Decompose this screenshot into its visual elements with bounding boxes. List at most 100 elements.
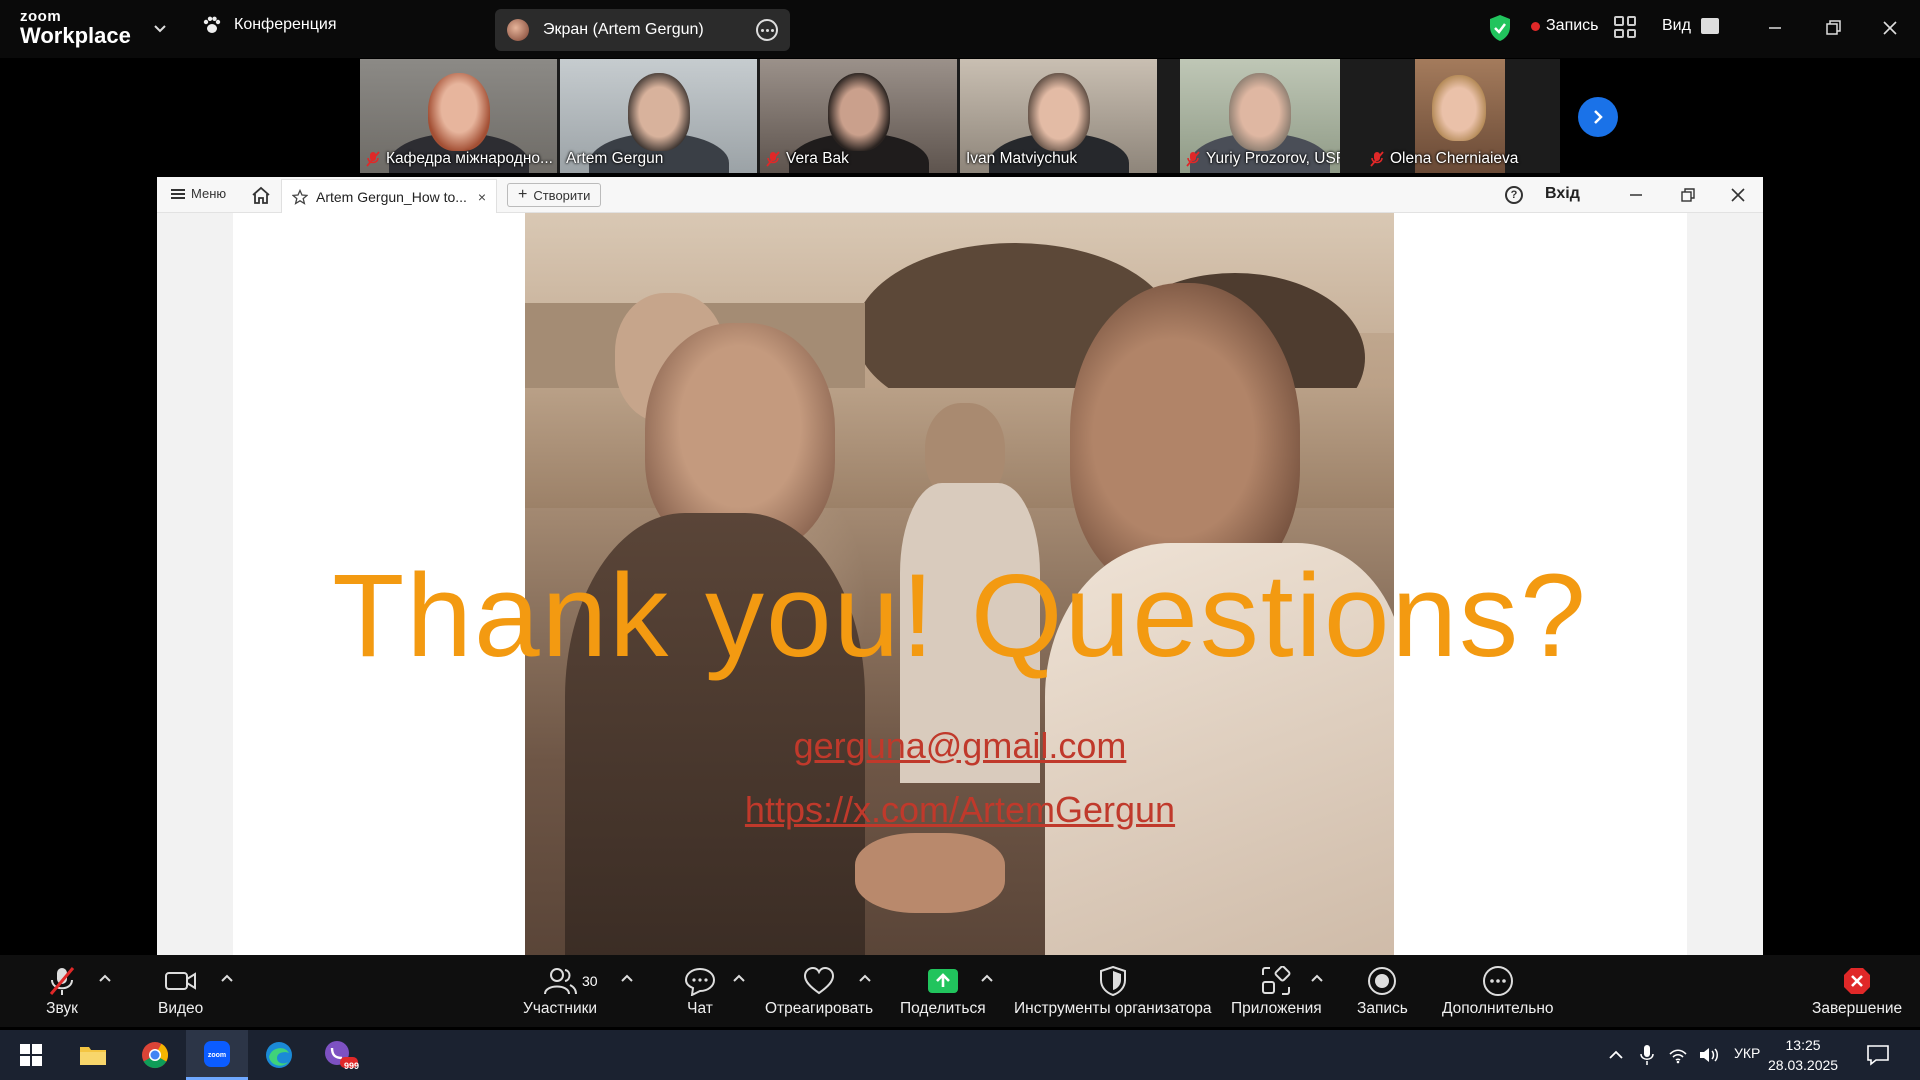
restore-button[interactable]	[1816, 12, 1850, 44]
audio-button[interactable]: Звук	[46, 965, 78, 1018]
record-dot-icon	[1531, 21, 1540, 31]
file-explorer-taskbar-button[interactable]	[62, 1030, 124, 1080]
menu-button[interactable]: Меню	[171, 186, 226, 201]
notifications-icon[interactable]	[1866, 1043, 1890, 1067]
apps-button[interactable]: Приложения	[1231, 965, 1322, 1018]
more-button[interactable]: Дополнительно	[1442, 965, 1554, 1018]
meeting-toolbar: Звук Видео Участники 30 Чат Отреагироват…	[0, 955, 1920, 1027]
participant-name: Ivan Matviychuk	[966, 150, 1078, 167]
minimize-button[interactable]	[1758, 12, 1792, 44]
view-label: Вид	[1662, 17, 1691, 34]
document-tab[interactable]: Artem Gergun_How to... ×	[281, 179, 497, 213]
recording-label: Запись	[1546, 17, 1599, 34]
meeting-info-button[interactable]: Конференция	[202, 16, 337, 34]
plus-icon: +	[518, 186, 528, 203]
brand-bottom: Workplace	[20, 23, 131, 48]
chevron-up-icon[interactable]	[980, 973, 994, 983]
participant-tile[interactable]: Olena Cherniaieva	[1360, 59, 1557, 173]
participant-strip: Кафедра міжнародно... Artem Gergun Vera …	[360, 59, 1560, 173]
more-label: Дополнительно	[1442, 1000, 1554, 1017]
mic-muted-icon	[1186, 151, 1200, 167]
gallery-grid-icon[interactable]	[1614, 16, 1636, 38]
email-link[interactable]: gerguna@gmail.com	[233, 725, 1687, 767]
participant-tile-active-speaker[interactable]: Ivan Matviychuk	[960, 59, 1157, 173]
meeting-label: Конференция	[234, 16, 337, 33]
end-meeting-button[interactable]: Завершение	[1812, 965, 1902, 1018]
chrome-taskbar-button[interactable]	[124, 1030, 186, 1080]
chevron-right-icon	[1594, 110, 1603, 124]
more-options-icon[interactable]	[756, 19, 778, 41]
language-indicator[interactable]: УКР	[1734, 1045, 1760, 1061]
chevron-up-icon[interactable]	[1310, 973, 1324, 983]
menu-label: Меню	[191, 186, 227, 201]
help-icon[interactable]: ?	[1505, 186, 1523, 204]
apps-icon	[1262, 966, 1291, 995]
system-clock[interactable]: 13:25 28.03.2025	[1768, 1035, 1838, 1075]
share-label: Поделиться	[900, 1000, 986, 1017]
close-icon[interactable]	[1725, 183, 1751, 207]
chevron-up-icon[interactable]	[732, 973, 746, 983]
participant-name: Olena Cherniaieva	[1390, 150, 1519, 167]
shield-check-icon[interactable]	[1488, 14, 1512, 42]
clock-date: 28.03.2025	[1768, 1057, 1839, 1073]
calendar-icon	[1700, 18, 1719, 34]
twitter-link[interactable]: https://x.com/ArtemGergun	[233, 789, 1687, 831]
screen-share-pill[interactable]: Экран (Artem Gergun)	[495, 9, 790, 51]
close-tab-icon[interactable]: ×	[478, 189, 486, 205]
clock-time: 13:25	[1785, 1037, 1821, 1053]
chevron-up-icon[interactable]	[1608, 1048, 1624, 1060]
chat-label: Чат	[687, 1000, 713, 1017]
participant-name: Vera Bak	[786, 150, 849, 167]
record-button[interactable]: Запись	[1357, 965, 1408, 1018]
video-button[interactable]: Видео	[158, 965, 203, 1018]
participant-tile[interactable]: Artem Gergun	[560, 59, 757, 173]
chevron-up-icon[interactable]	[620, 973, 634, 983]
minimize-icon[interactable]	[1623, 183, 1649, 207]
participant-tile[interactable]: Yuriy Prozorov, USFA	[1180, 59, 1340, 173]
participant-tile[interactable]: Vera Bak	[760, 59, 957, 173]
chevron-up-icon[interactable]	[858, 973, 872, 983]
slide-title: Thank you! Questions?	[332, 550, 1588, 682]
login-button[interactable]: Вхід	[1545, 185, 1580, 203]
recording-indicator[interactable]: Запись	[1531, 17, 1599, 35]
volume-icon[interactable]	[1698, 1046, 1720, 1064]
restore-icon[interactable]	[1675, 183, 1701, 207]
host-tools-button[interactable]: Инструменты организатора	[1014, 965, 1212, 1018]
record-icon	[1368, 967, 1397, 995]
microphone-icon[interactable]	[1640, 1044, 1654, 1066]
network-icon[interactable]	[1668, 1046, 1688, 1064]
participant-name: Artem Gergun	[566, 150, 664, 167]
start-button[interactable]	[0, 1030, 62, 1080]
share-screen-icon	[927, 969, 958, 993]
close-window-button[interactable]	[1873, 12, 1907, 44]
video-label: Видео	[158, 1000, 204, 1017]
react-button[interactable]: Отреагировать	[765, 965, 873, 1018]
participants-icon	[544, 968, 578, 995]
home-icon[interactable]	[250, 185, 272, 205]
chevron-up-icon[interactable]	[220, 973, 234, 983]
mic-muted-icon	[766, 151, 780, 167]
mic-muted-icon	[1370, 151, 1384, 167]
next-participants-button[interactable]	[1578, 97, 1618, 137]
edge-taskbar-button[interactable]	[248, 1030, 310, 1080]
mic-muted-icon	[366, 151, 380, 167]
chevron-up-icon[interactable]	[98, 973, 112, 983]
chat-button[interactable]: Чат	[684, 965, 716, 1018]
title-bar: zoom Workplace Конференция Экран (Artem …	[0, 0, 1920, 58]
view-button[interactable]: Вид	[1662, 17, 1719, 35]
participant-tile[interactable]: Кафедра міжнародно...	[360, 59, 557, 173]
chevron-down-icon[interactable]	[152, 20, 168, 36]
react-label: Отреагировать	[765, 1000, 874, 1017]
zoom-icon: zoom	[204, 1040, 230, 1067]
zoom-workplace-logo[interactable]: zoom Workplace	[20, 9, 131, 47]
shared-app-tabbar: Меню Artem Gergun_How to... × + Створити…	[157, 177, 1763, 213]
zoom-taskbar-button[interactable]: zoom	[186, 1030, 248, 1080]
share-button[interactable]: Поделиться	[900, 965, 986, 1018]
end-label: Завершение	[1812, 1000, 1903, 1017]
folder-icon	[80, 1047, 106, 1065]
apps-label: Приложения	[1231, 1000, 1322, 1017]
create-button[interactable]: + Створити	[507, 183, 602, 207]
star-icon[interactable]	[292, 188, 308, 205]
viber-taskbar-button[interactable]: 999	[310, 1030, 372, 1080]
shared-screen[interactable]: Меню Artem Gergun_How to... × + Створити…	[157, 177, 1763, 955]
